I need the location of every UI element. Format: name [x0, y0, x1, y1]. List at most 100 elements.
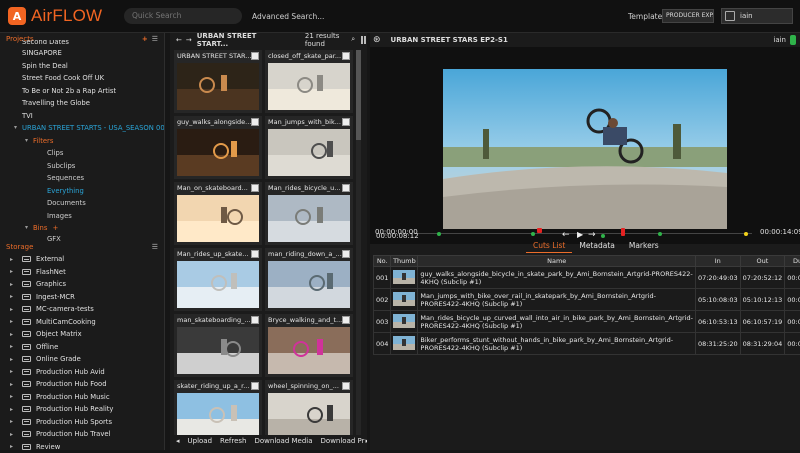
clip-checkbox[interactable] — [342, 316, 350, 324]
filters-node[interactable]: ▾ Filters — [0, 135, 164, 148]
filter-documents[interactable]: Documents — [0, 197, 164, 210]
clip-card[interactable]: man_riding_down_a_... — [265, 248, 353, 311]
chevron-right-icon[interactable]: ▸ — [10, 356, 18, 363]
col-no[interactable]: No. — [374, 256, 391, 267]
scroll-thumb[interactable] — [356, 50, 361, 140]
storage-item[interactable]: ▸Production Hub Sports — [0, 416, 164, 429]
step-back-icon[interactable]: ← — [562, 230, 570, 240]
storage-item[interactable]: ▸FlashNet — [0, 266, 164, 279]
clip-checkbox[interactable] — [251, 382, 259, 390]
clip-thumbnail[interactable] — [177, 195, 259, 242]
video-player[interactable]: 00:00:00:00 00:00:14:09 — [370, 47, 800, 244]
step-forward-icon[interactable]: → — [588, 230, 596, 240]
chevron-right-icon[interactable]: ▸ — [10, 318, 18, 325]
storage-item[interactable]: ▸Production Hub Travel — [0, 428, 164, 441]
tab-markers[interactable]: Markers — [622, 240, 666, 253]
cut-thumb[interactable] — [391, 267, 418, 289]
refresh-button[interactable]: Refresh — [220, 437, 246, 445]
storage-item[interactable]: ▸Object Matrix — [0, 328, 164, 341]
clip-checkbox[interactable] — [251, 316, 259, 324]
download-proxy-button[interactable]: Download Pr — [321, 437, 365, 445]
storage-item[interactable]: ▸Production Hub Food — [0, 378, 164, 391]
filter-images[interactable]: Images — [0, 210, 164, 223]
chevron-right-icon[interactable]: ▸ — [10, 343, 18, 350]
storage-item[interactable]: ▸Production Hub Reality — [0, 403, 164, 416]
clip-thumbnail[interactable] — [268, 327, 350, 374]
clip-checkbox[interactable] — [342, 250, 350, 258]
cut-thumb[interactable] — [391, 289, 418, 311]
col-duration[interactable]: Duration — [785, 256, 800, 267]
play-icon[interactable]: ▶ — [577, 230, 583, 239]
filter-sequences[interactable]: Sequences — [0, 172, 164, 185]
clip-card[interactable]: URBAN STREET STAR... — [174, 50, 262, 113]
project-item[interactable]: Travelling the Globe — [0, 97, 164, 110]
clip-card[interactable]: Bryce_walking_and_t... — [265, 314, 353, 377]
table-row[interactable]: 001guy_walks_alongside_bicycle_in_skate_… — [374, 267, 800, 289]
tab-metadata[interactable]: Metadata — [572, 240, 622, 253]
back-arrow-icon[interactable]: ← — [176, 36, 182, 44]
col-out[interactable]: Out — [740, 256, 785, 267]
clip-thumbnail[interactable] — [177, 129, 259, 176]
storage-item[interactable]: ▸Production Hub Music — [0, 391, 164, 404]
template-select[interactable]: PRODUCER EXP... — [662, 9, 714, 23]
storage-item[interactable]: ▸Offline — [0, 341, 164, 354]
storage-menu-icon[interactable]: ☰ — [152, 243, 158, 251]
chevron-right-icon[interactable]: ▸ — [10, 443, 18, 450]
clip-thumbnail[interactable] — [177, 63, 259, 110]
clip-card[interactable]: skater_riding_up_a_r... — [174, 380, 262, 435]
table-row[interactable]: 003Man_rides_bicycle_up_curved_wall_into… — [374, 311, 800, 333]
project-item-selected[interactable]: ▾ URBAN STREET STARTS - USA_SEASON 002 ⚙ — [0, 122, 164, 135]
filter-everything[interactable]: Everything — [0, 185, 164, 198]
clip-checkbox[interactable] — [251, 184, 259, 192]
clip-checkbox[interactable] — [342, 52, 350, 60]
chevron-right-icon[interactable]: ▸ — [10, 306, 18, 313]
advanced-search-link[interactable]: Advanced Search... — [252, 12, 324, 21]
search-icon[interactable]: ⌕ — [351, 35, 355, 44]
cut-thumb[interactable] — [391, 311, 418, 333]
clip-card[interactable]: Man_jumps_with_bik... — [265, 116, 353, 179]
chevron-right-icon[interactable]: ▸ — [10, 293, 18, 300]
clip-thumbnail[interactable] — [268, 63, 350, 110]
chevron-right-icon[interactable]: ▸ — [10, 393, 18, 400]
chevron-right-icon[interactable]: ▸ — [10, 368, 18, 375]
storage-item[interactable]: ▸Graphics — [0, 278, 164, 291]
add-bin-icon[interactable]: + — [53, 224, 59, 232]
filter-subclips[interactable]: Subclips — [0, 160, 164, 173]
chevron-right-icon[interactable]: ▸ — [10, 268, 18, 275]
col-in[interactable]: In — [695, 256, 740, 267]
chevron-right-icon[interactable]: ▸ — [10, 331, 18, 338]
clip-checkbox[interactable] — [342, 118, 350, 126]
clip-card[interactable]: Man_rides_up_skate... — [174, 248, 262, 311]
quick-search-input[interactable] — [124, 8, 242, 24]
chevron-down-icon[interactable]: ▾ — [25, 135, 28, 148]
clip-checkbox[interactable] — [251, 250, 259, 258]
add-marker-icon[interactable] — [601, 234, 605, 238]
bins-node[interactable]: ▾ Bins + — [0, 222, 164, 235]
project-item[interactable]: Spin the Deal — [0, 60, 164, 73]
chevron-down-icon[interactable]: ▾ — [14, 122, 17, 135]
col-thumb[interactable]: Thumb — [391, 256, 418, 267]
storage-item[interactable]: ▸Review — [0, 441, 164, 453]
project-item[interactable]: TVI — [0, 110, 164, 123]
download-media-button[interactable]: Download Media — [254, 437, 312, 445]
user-menu[interactable]: iain — [721, 8, 793, 24]
project-item[interactable]: Street Food Cook Off UK — [0, 72, 164, 85]
filter-clips[interactable]: Clips — [0, 147, 164, 160]
project-item[interactable]: To Be or Not 2b a Rap Artist — [0, 85, 164, 98]
chevron-right-icon[interactable]: ▸ — [10, 431, 18, 438]
scroll-right-icon[interactable]: ▸ — [366, 437, 367, 445]
upload-button[interactable]: Upload — [188, 437, 213, 445]
clip-card[interactable]: Man_on_skateboard... — [174, 182, 262, 245]
clip-card[interactable]: guy_walks_alongside... — [174, 116, 262, 179]
clip-checkbox[interactable] — [251, 118, 259, 126]
clip-thumbnail[interactable] — [177, 327, 259, 374]
clip-thumbnail[interactable] — [177, 261, 259, 308]
storage-item[interactable]: ▸External — [0, 253, 164, 266]
app-logo[interactable]: A AirFLOW — [8, 6, 112, 26]
clip-thumbnail[interactable] — [268, 195, 350, 242]
video-frame[interactable] — [443, 69, 727, 229]
clip-checkbox[interactable] — [251, 52, 259, 60]
chevron-right-icon[interactable]: ▸ — [10, 281, 18, 288]
clip-card[interactable]: wheel_spinning_on_... — [265, 380, 353, 435]
clip-thumbnail[interactable] — [177, 393, 259, 435]
